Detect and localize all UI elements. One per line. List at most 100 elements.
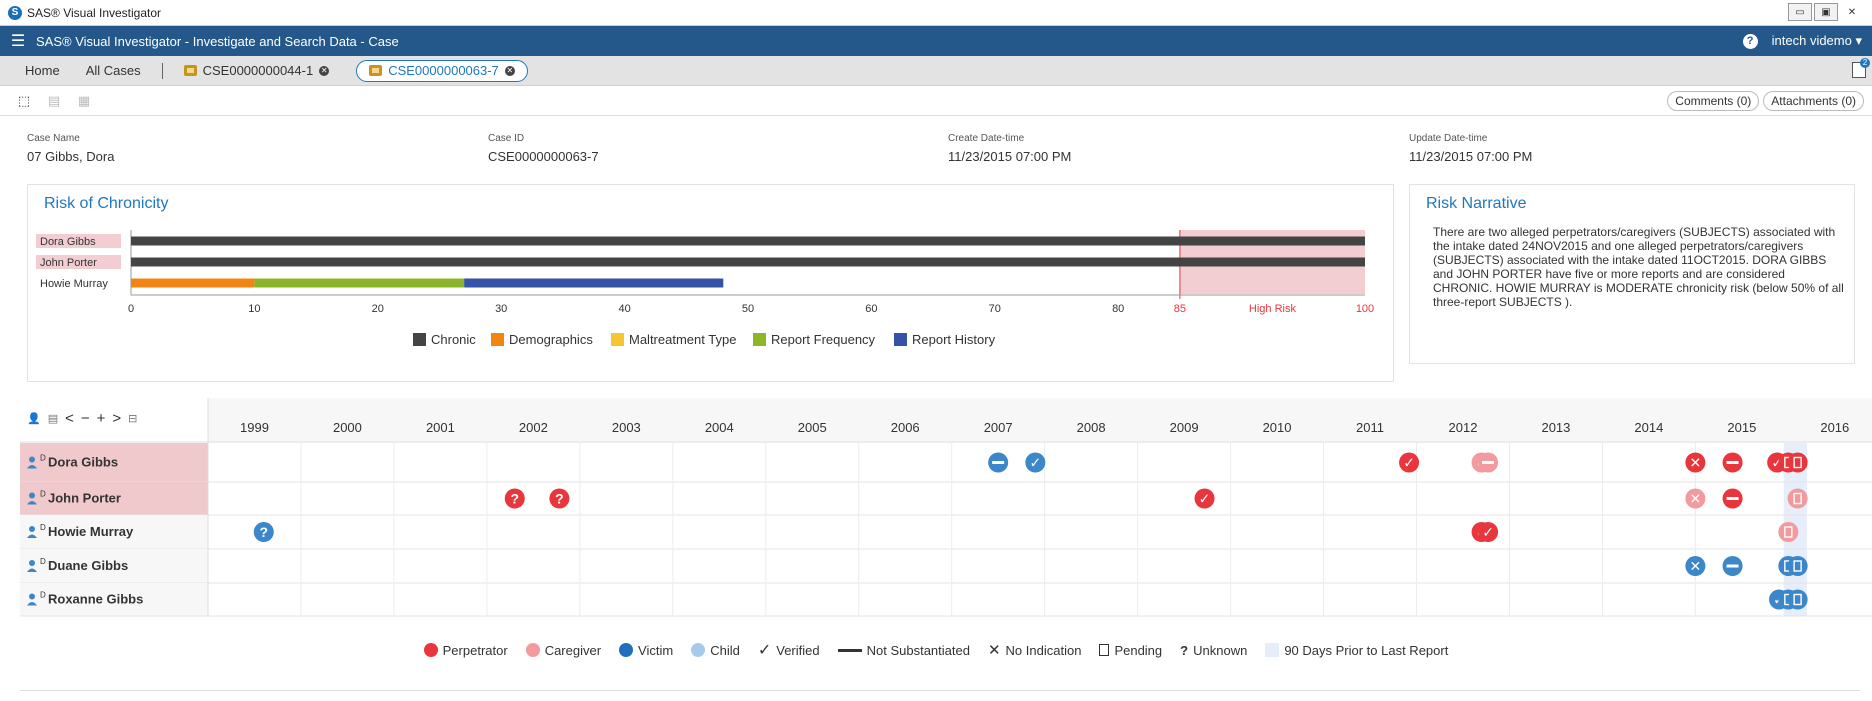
- event-marker: ✓: [1194, 488, 1215, 509]
- case-name-field: Case Name 07 Gibbs, Dora: [27, 133, 114, 164]
- dash-icon: [1482, 461, 1495, 464]
- person-icon: [29, 560, 35, 566]
- tab-home[interactable]: Home: [12, 63, 73, 78]
- subject-superscript: D: [40, 591, 46, 600]
- narrative-text: There are two alleged perpetrators/careg…: [1433, 225, 1844, 309]
- year-label: 2001: [426, 420, 455, 435]
- event-marker: [1787, 452, 1808, 473]
- tab-case-44-1[interactable]: CSE0000000044-1 ✕: [171, 63, 343, 78]
- legend-swatch: [894, 333, 907, 346]
- event-marker: [1478, 452, 1499, 473]
- attachments-button[interactable]: Attachments (0): [1763, 91, 1864, 111]
- legend-swatch: [611, 333, 624, 346]
- field-label: Case ID: [488, 133, 525, 144]
- user-menu[interactable]: intech videmo ▾: [1772, 33, 1862, 49]
- menu-icon[interactable]: ☰: [0, 31, 36, 51]
- legend-victim: Victim: [619, 643, 673, 658]
- subject-name: Roxanne Gibbs: [48, 592, 143, 607]
- x-tick-label: 30: [495, 303, 507, 315]
- x-tick-label: 40: [618, 303, 630, 315]
- year-label: 2010: [1263, 420, 1292, 435]
- save-icon[interactable]: ▤: [46, 93, 62, 109]
- event-circle: [1778, 522, 1799, 542]
- subject-name: Duane Gibbs: [48, 558, 128, 573]
- divider: [20, 690, 1860, 691]
- question-icon: ?: [1180, 642, 1189, 658]
- bar-chronic: [131, 236, 1365, 246]
- legend-label: Report Frequency: [771, 332, 876, 347]
- pending-box-icon: [1099, 644, 1110, 656]
- case-id-field: Case ID CSE0000000063-7: [488, 133, 599, 164]
- field-label: Case Name: [27, 133, 80, 144]
- dash-icon: [837, 648, 862, 652]
- narrative-title: Risk Narrative: [1426, 195, 1527, 212]
- edit-icon[interactable]: ⬚: [16, 93, 32, 109]
- notification-count: 2: [1860, 58, 1870, 68]
- dash-icon: [992, 461, 1005, 464]
- subject-superscript: D: [40, 490, 46, 499]
- event-marker: ?: [253, 522, 274, 542]
- tab-case-63-7[interactable]: CSE0000000063-7 ✕: [356, 59, 528, 82]
- window-controls: ▭ ▣ ✕: [1788, 3, 1864, 21]
- narrative-panel: Risk Narrative There are two alleged per…: [1409, 184, 1855, 364]
- event-marker: [1787, 556, 1808, 576]
- legend-verified: ✓ Verified: [757, 642, 820, 659]
- window-title: SAS® Visual Investigator: [27, 5, 162, 20]
- checkmark-icon: ✓: [1199, 491, 1211, 507]
- year-label: 2005: [798, 420, 827, 435]
- help-icon[interactable]: ?: [1742, 33, 1758, 49]
- risk-chart-panel: Risk of Chronicity Dora Gibbs John Porter…: [27, 184, 1394, 382]
- case-icon: [369, 65, 383, 76]
- legend-swatch: [413, 333, 426, 346]
- x-mark-icon: ✕: [1690, 491, 1702, 507]
- app-header: ☰ SAS® Visual Investigator - Investigate…: [0, 26, 1872, 56]
- close-icon[interactable]: ✕: [1840, 3, 1864, 21]
- year-label: 2000: [333, 420, 362, 435]
- legend-perpetrator: Perpetrator: [423, 643, 508, 658]
- restore-icon[interactable]: ▣: [1814, 3, 1838, 21]
- x-tick-label: 60: [865, 303, 877, 315]
- tab-bar: Home All Cases CSE0000000044-1 ✕ CSE0000…: [0, 56, 1872, 86]
- event-circle: [1787, 589, 1808, 610]
- subject-superscript: D: [40, 557, 46, 566]
- x-tick-label: 85: [1174, 303, 1186, 315]
- minimize-icon[interactable]: ▭: [1788, 3, 1812, 21]
- year-label: 2014: [1634, 420, 1663, 435]
- subject-name: John Porter: [48, 491, 121, 506]
- checkmark-icon: ✓: [1403, 455, 1415, 471]
- close-tab-icon[interactable]: ✕: [319, 65, 330, 76]
- legend-label: Demographics: [509, 332, 593, 347]
- year-label: 2016: [1820, 420, 1849, 435]
- event-marker: ✕: [1685, 452, 1706, 473]
- close-tab-icon[interactable]: ✕: [504, 65, 515, 76]
- tab-all-cases[interactable]: All Cases: [73, 63, 154, 78]
- person-icon: [29, 492, 35, 499]
- question-icon: ?: [555, 491, 564, 507]
- tab-label: CSE0000000063-7: [388, 63, 499, 78]
- year-label: 2012: [1449, 420, 1478, 435]
- legend-window: 90 Days Prior to Last Report: [1265, 643, 1448, 658]
- legend-swatch: [753, 333, 766, 346]
- dash-icon: [1726, 497, 1739, 500]
- year-label: 2003: [612, 420, 641, 435]
- timeline-legend: Perpetrator Caregiver Victim Child ✓ Veri…: [0, 640, 1872, 660]
- subject-name: Howie Murray: [48, 524, 134, 539]
- comments-button[interactable]: Comments (0): [1667, 91, 1760, 111]
- year-label: 2008: [1077, 420, 1106, 435]
- caregiver-dot-icon: [525, 643, 540, 657]
- event-marker: [1778, 522, 1799, 542]
- event-circle: [1787, 452, 1808, 473]
- x-tick-label: 0: [128, 303, 134, 315]
- legend-label: Maltreatment Type: [629, 332, 736, 347]
- year-label: 2013: [1541, 420, 1570, 435]
- event-marker: ?: [549, 488, 570, 509]
- case-name-value: 07 Gibbs, Dora: [27, 149, 115, 164]
- year-label: 2006: [891, 420, 920, 435]
- grid-icon[interactable]: ▦: [76, 93, 92, 109]
- category-label: Howie Murray: [40, 278, 108, 290]
- field-label: Update Date-time: [1409, 133, 1488, 144]
- event-marker: [1787, 488, 1808, 509]
- bar-report-history: [464, 278, 724, 288]
- bar-demographics: [131, 278, 255, 288]
- x-tick-label: 80: [1112, 303, 1124, 315]
